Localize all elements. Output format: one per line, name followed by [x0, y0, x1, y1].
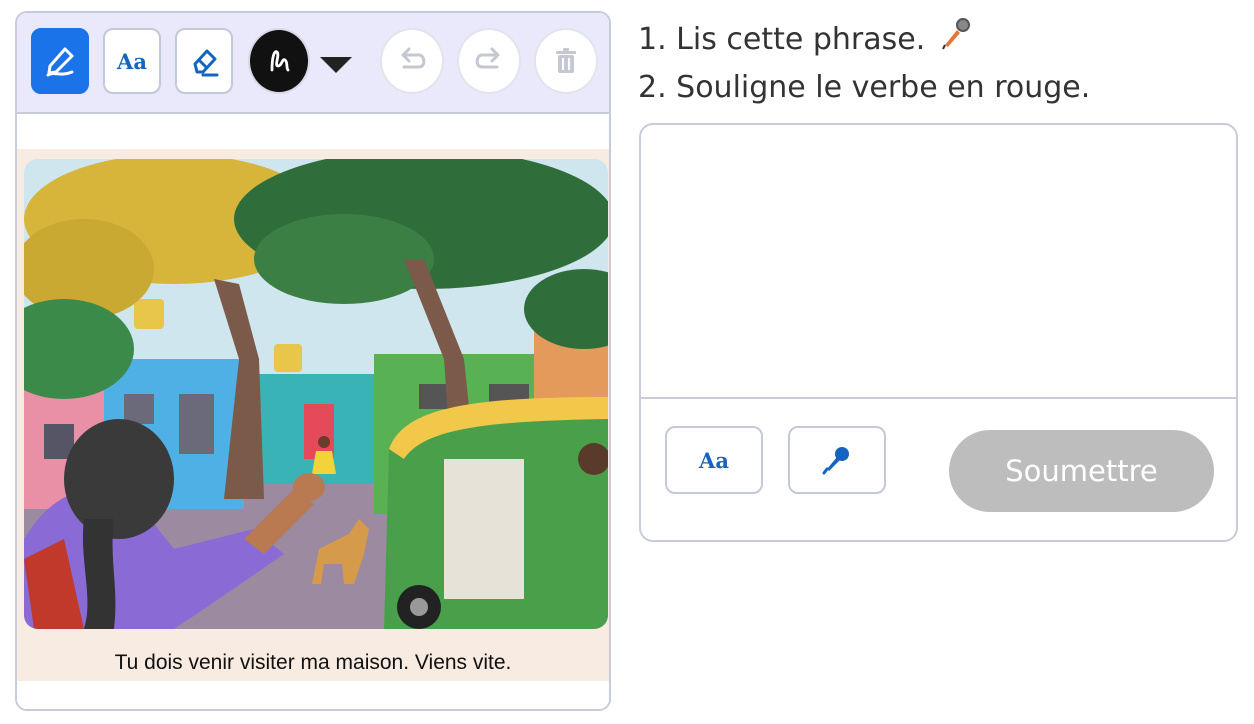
- drawing-panel: Aa Tu dois venir visiter ma maison. Vien…: [15, 11, 611, 711]
- instructions: 1. Lis cette phrase. 2. Souligne le verb…: [638, 14, 1238, 111]
- answer-box: Aa Soumettre: [639, 123, 1238, 542]
- answer-text-format-button[interactable]: Aa: [665, 426, 763, 494]
- delete-button[interactable]: [534, 28, 598, 94]
- eraser-tool-button[interactable]: [175, 28, 233, 94]
- drawing-toolbar: Aa: [17, 13, 609, 114]
- instruction-line-2: 2. Souligne le verbe en rouge.: [638, 64, 1238, 111]
- text-tool-label: Aa: [117, 48, 147, 74]
- answer-input[interactable]: [641, 125, 1236, 399]
- instruction-line-1: 1. Lis cette phrase.: [638, 14, 1238, 64]
- stroke-color-swatch[interactable]: [248, 28, 310, 94]
- eraser-icon: [193, 49, 219, 77]
- instruction-2-text: 2. Souligne le verbe en rouge.: [638, 70, 1091, 105]
- submit-button[interactable]: Soumettre: [949, 430, 1214, 512]
- street-scene-illustration: [24, 159, 608, 629]
- undo-button[interactable]: [380, 28, 444, 94]
- drawing-canvas[interactable]: Tu dois venir visiter ma maison. Viens v…: [17, 114, 609, 709]
- trash-icon: [556, 48, 576, 73]
- instruction-1-text: 1. Lis cette phrase.: [638, 21, 926, 57]
- redo-icon: [475, 47, 500, 69]
- answer-text-format-label: Aa: [699, 447, 729, 473]
- story-picture: Tu dois venir visiter ma maison. Viens v…: [17, 149, 609, 681]
- pen-tool-button[interactable]: [31, 28, 89, 94]
- redo-button[interactable]: [457, 28, 521, 94]
- microphone-icon: [822, 447, 849, 475]
- text-tool-button[interactable]: Aa: [103, 28, 161, 94]
- squiggle-icon: [270, 50, 290, 72]
- pen-icon: [46, 47, 74, 77]
- undo-icon: [401, 47, 426, 69]
- color-dropdown-chevron-icon[interactable]: [320, 57, 352, 73]
- voice-input-button[interactable]: [788, 426, 886, 494]
- picture-caption: Tu dois venir visiter ma maison. Viens v…: [114, 651, 512, 674]
- microphone-icon[interactable]: [939, 14, 975, 64]
